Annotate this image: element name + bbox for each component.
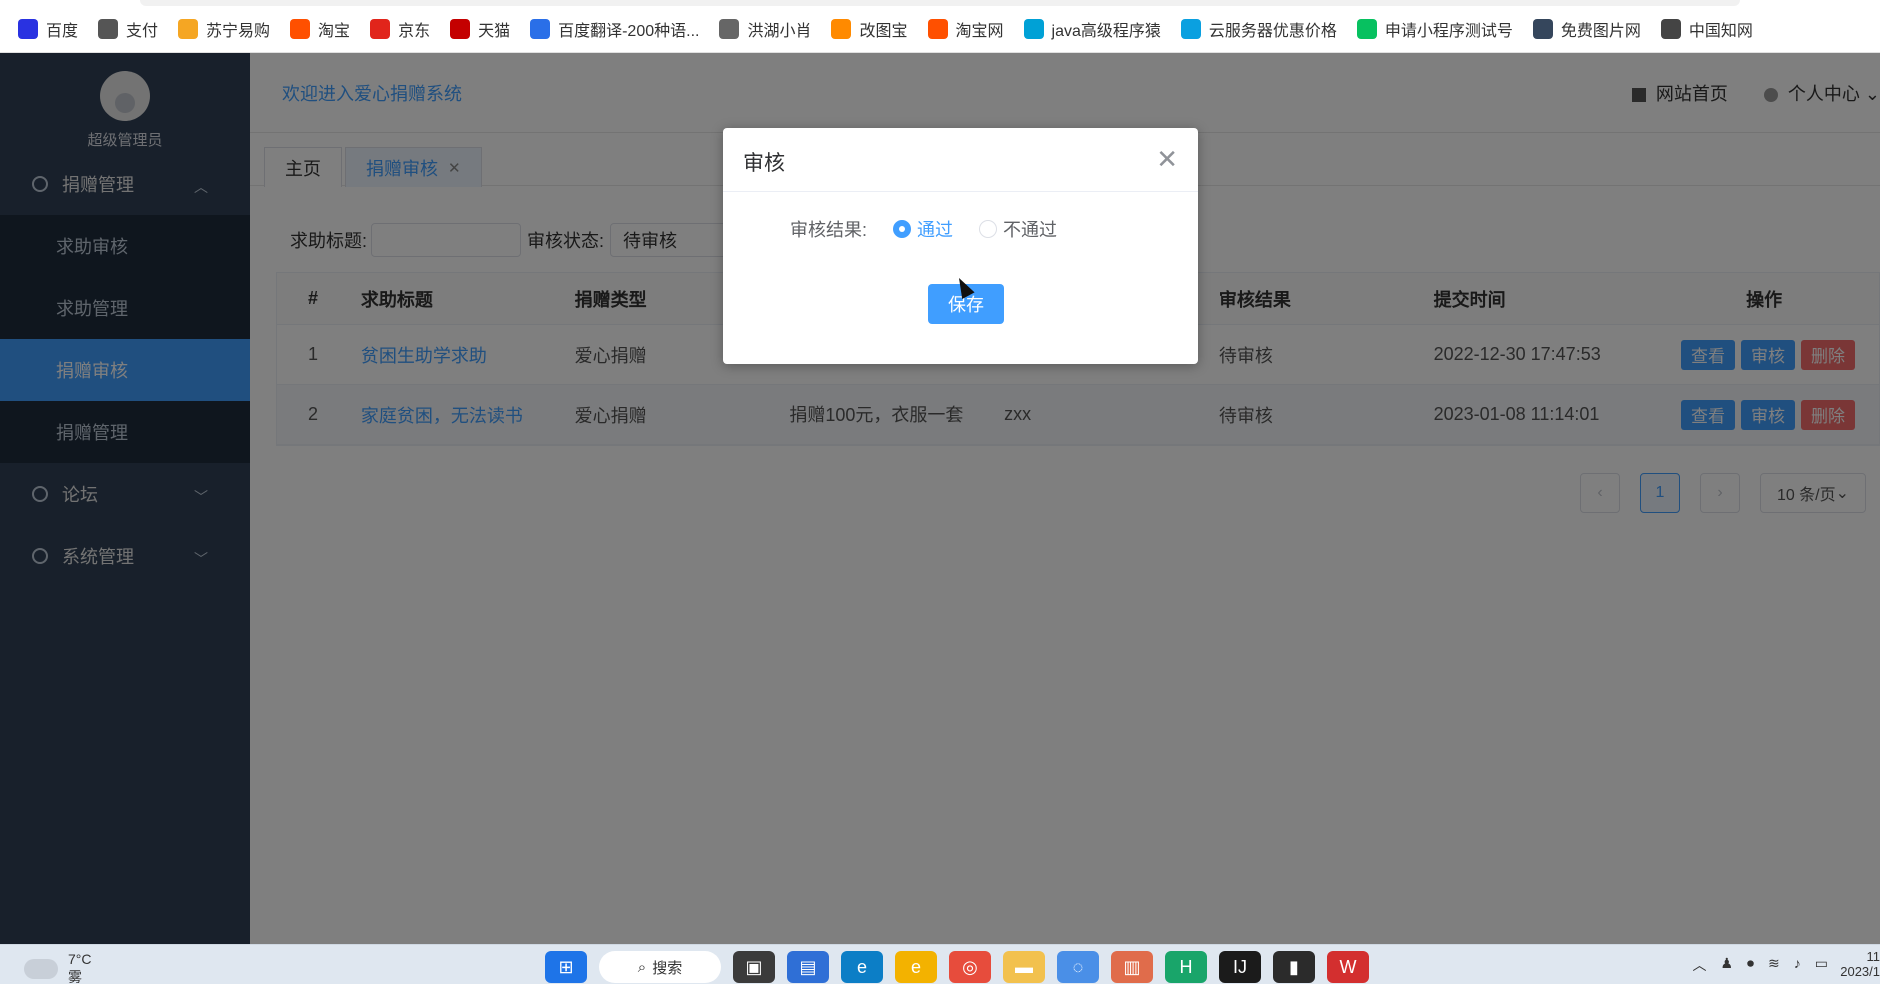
radio-reject-dot[interactable] [979,220,997,238]
bookmark-item[interactable]: 改图宝 [831,17,908,41]
bookmark-item[interactable]: 淘宝 [290,17,350,41]
bookmark-item[interactable]: 淘宝网 [927,17,1004,41]
temperature: 7°C [68,951,92,967]
clock[interactable]: 11 2023/1 [1840,949,1880,979]
bookmark-label: 百度翻译-200种语... [558,23,700,40]
clock-time: 11 [1866,949,1880,964]
weather-widget[interactable]: 7°C 雾 [24,951,92,987]
bookmark-label: 百度 [46,23,79,40]
app-icon[interactable]: ▥ [1111,951,1153,983]
bookmark-item[interactable]: 云服务器优惠价格 [1180,17,1337,41]
terminal-icon[interactable]: ▮ [1273,951,1315,983]
bookmark-label: java高级程序猿 [1051,23,1161,40]
clock-date: 2023/1 [1840,964,1880,979]
radio-pass[interactable]: 通过 [893,216,953,242]
close-icon[interactable]: ✕ [1156,144,1178,175]
microphone-icon[interactable]: ⏺ [1747,955,1754,975]
volume-icon[interactable]: ♪ [1794,955,1801,975]
suning-icon [178,19,199,39]
radio-reject[interactable]: 不通过 [979,216,1057,242]
bookmark-label: 洪湖小肖 [747,23,812,40]
radio-reject-label: 不通过 [1003,220,1057,240]
taskbar-search-label: 搜索 [652,959,683,977]
bookmark-item[interactable]: java高级程序猿 [1023,17,1161,41]
taobao-icon [927,19,948,39]
audit-dialog: 审核 ✕ 审核结果: 通过 不通过 保存 [723,128,1198,364]
address-bar-edge [140,0,1740,6]
bookmark-label: 支付 [126,23,159,40]
start-icon[interactable]: ⊞ [545,951,587,983]
bookmark-item[interactable]: 百度 [18,17,78,41]
bookmark-item[interactable]: 免费图片网 [1532,17,1641,41]
bookmark-item[interactable]: 百度翻译-200种语... [530,17,699,41]
ie-icon[interactable]: e [895,951,937,983]
chevron-up-icon[interactable]: ︿ [1692,955,1706,975]
bookmark-item[interactable]: 洪湖小肖 [719,17,811,41]
bookmark-label: 天猫 [478,23,511,40]
taskbar: 7°C 雾 ⊞ ⌕ 搜索 ▣ ▤ e e ◎ ▬ ◌ ▥ H IJ ▮ W ︿ ♟… [0,944,1880,987]
bookmark-label: 中国知网 [1688,23,1753,40]
intellij-icon[interactable]: IJ [1219,951,1261,983]
task-view-icon[interactable]: ▣ [733,951,775,983]
bookmark-label: 苏宁易购 [206,23,271,40]
edge-icon[interactable]: e [841,951,883,983]
battery-icon[interactable]: ▭ [1815,955,1828,975]
bookmarks-list: 百度 支付 苏宁易购 淘宝 京东 天猫 百度翻译-200种语... 洪湖小肖 改图宝 淘宝网 jav… [18,17,1753,41]
bookmark-label: 淘宝 [318,23,351,40]
weather-condition: 雾 [68,969,82,985]
folder-icon[interactable]: ▬ [1003,951,1045,983]
wechat-icon [1356,19,1377,39]
bookmark-label: 申请小程序测试号 [1384,23,1513,40]
gaitubao-icon [831,19,852,39]
cloud-icon [24,959,58,979]
wifi-icon[interactable]: ≋ [1768,955,1780,975]
bookmark-label: 云服务器优惠价格 [1208,23,1337,40]
hbuilder-icon[interactable]: H [1165,951,1207,983]
tumblr-icon [1532,19,1553,39]
bookmark-item[interactable]: 申请小程序测试号 [1356,17,1513,41]
chrome-icon[interactable]: ◎ [949,951,991,983]
radio-pass-dot[interactable] [893,220,911,238]
bookmark-label: 淘宝网 [955,23,1004,40]
radio-pass-label: 通过 [917,220,953,240]
bookmark-label: 京东 [398,23,431,40]
bilibili-icon [1023,19,1044,39]
system-tray: ︿ ♟ ⏺ ≋ ♪ ▭ [1692,955,1828,975]
baidu-icon [18,19,38,39]
taskbar-search[interactable]: ⌕ 搜索 [599,951,721,983]
file-manager-icon[interactable]: ▤ [787,951,829,983]
tmall-icon [450,19,471,39]
translate-icon [530,19,551,39]
bookmark-label: 免费图片网 [1560,23,1641,40]
bookmark-label: 改图宝 [859,23,908,40]
bookmark-item[interactable]: 中国知网 [1660,17,1753,41]
bookmark-item[interactable]: 支付 [98,17,158,41]
bookmark-item[interactable]: 京东 [370,17,430,41]
audit-result-radio-group: 通过 不通过 [893,216,1057,242]
dialog-title: 审核 [743,152,785,175]
bookmark-item[interactable]: 苏宁易购 [178,17,270,41]
dialog-header: 审核 ✕ [723,128,1198,192]
app-icon[interactable]: ◌ [1057,951,1099,983]
search-icon: ⌕ [637,958,647,976]
taskbar-apps: ⊞ ⌕ 搜索 ▣ ▤ e e ◎ ▬ ◌ ▥ H IJ ▮ W [545,951,1369,983]
cnki-icon [1660,19,1681,39]
bird-icon [719,19,740,39]
bookmark-item[interactable]: 天猫 [450,17,510,41]
globe-icon [98,19,119,39]
bookmarks-bar: 百度 支付 苏宁易购 淘宝 京东 天猫 百度翻译-200种语... 洪湖小肖 改图宝 淘宝网 jav… [0,0,1880,53]
weather-info: 7°C 雾 [68,951,92,987]
wps-icon[interactable]: W [1327,951,1369,983]
audit-result-label: 审核结果: [790,220,868,240]
taobao-icon [290,19,311,39]
jd-icon [370,19,391,39]
cloud-icon [1180,19,1201,39]
qq-icon[interactable]: ♟ [1720,955,1733,975]
